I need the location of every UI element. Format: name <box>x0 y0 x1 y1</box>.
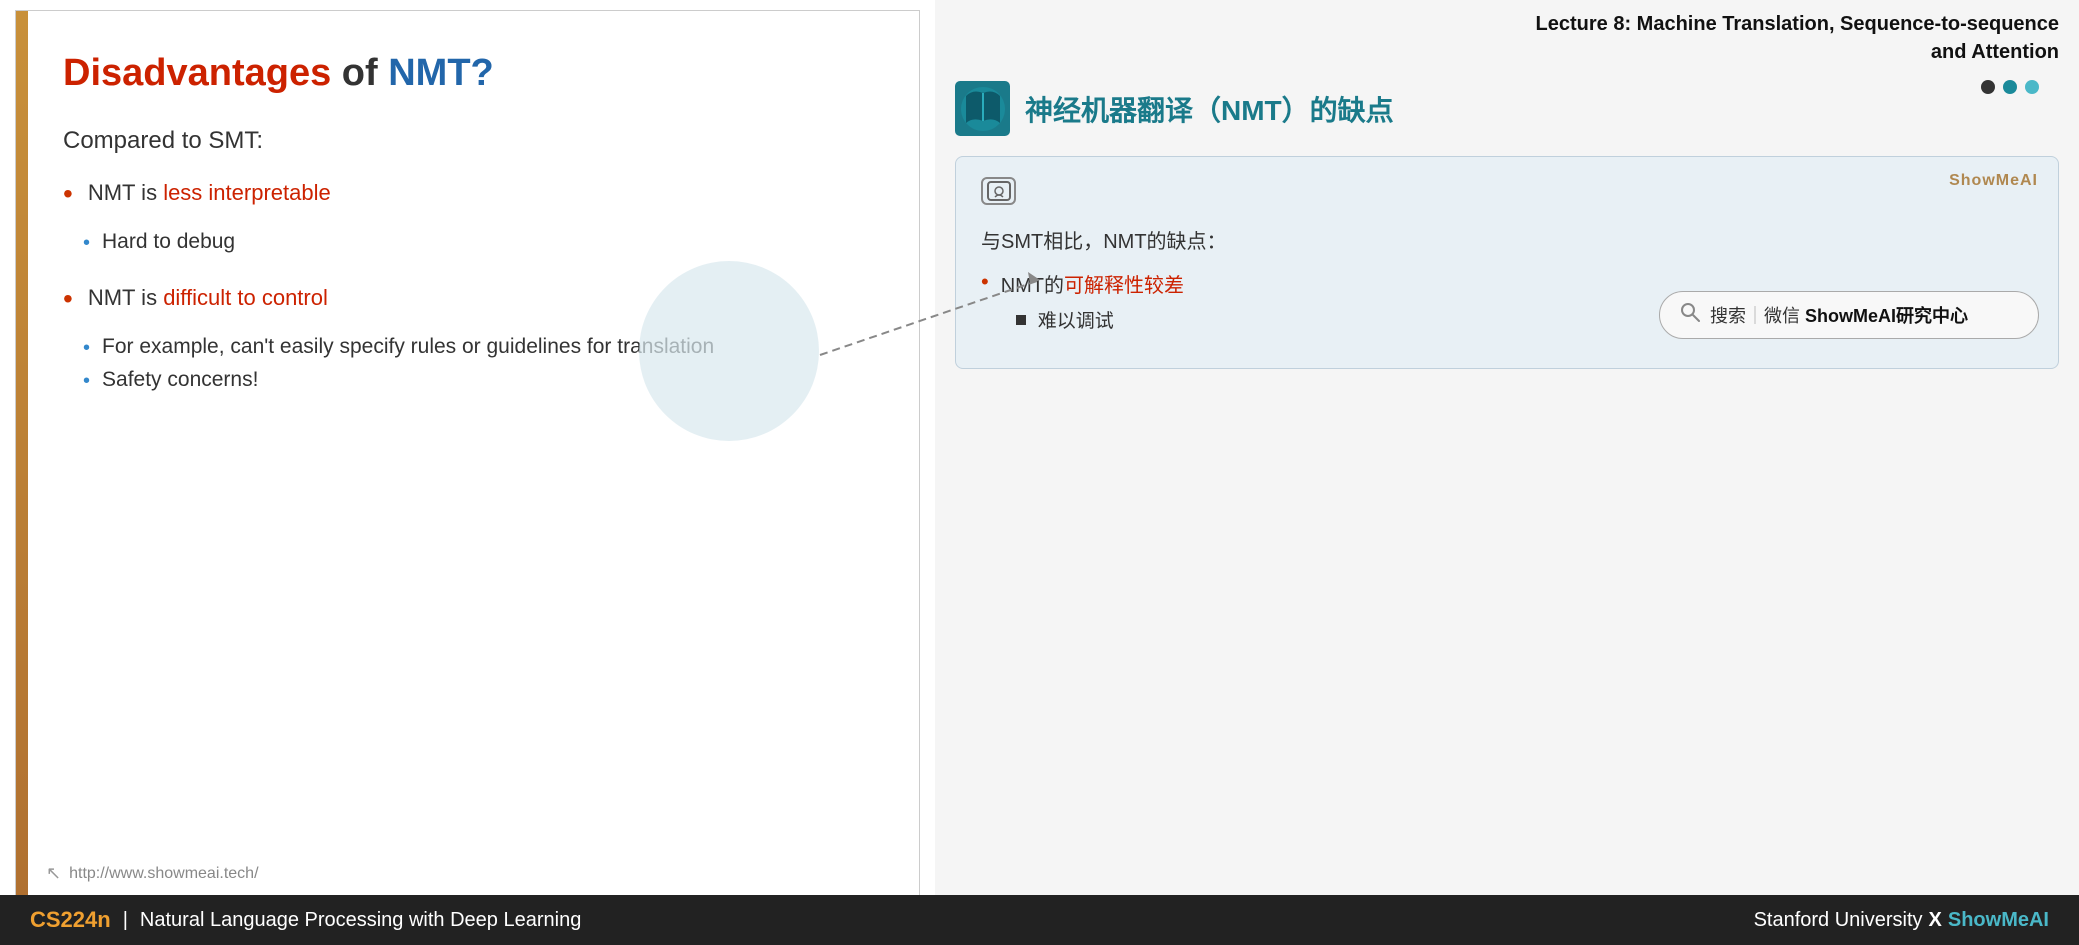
slide-title-disadvantages: Disadvantages <box>63 52 331 94</box>
bottom-separator: | <box>123 909 128 932</box>
sub-bullet-text-2-1: For example, can't easily specify rules … <box>102 335 714 359</box>
right-panel: Lecture 8: Machine Translation, Sequence… <box>935 0 2079 895</box>
ann-sub-square <box>1016 315 1026 325</box>
book-icon <box>955 81 1010 136</box>
bottom-cs-label: CS224n <box>30 907 111 933</box>
ann-red-text: 可解释性较差 <box>1064 275 1184 297</box>
lecture-header: Lecture 8: Machine Translation, Sequence… <box>955 10 2059 66</box>
bullet-item-1: • NMT is less interpretable <box>63 180 869 210</box>
search-icon <box>1680 302 1700 328</box>
bottom-left: CS224n | Natural Language Processing wit… <box>30 907 581 933</box>
search-text: 搜索｜微信 ShowMeAI研究中心 <box>1710 302 1968 328</box>
ann-bullet-dot-1: • <box>981 269 989 295</box>
slide-title: Disadvantages of NMT? <box>63 51 869 97</box>
ann-sub-bullet-list: 难以调试 <box>1016 306 1184 333</box>
dot-teal <box>2003 80 2017 94</box>
cursor-icon: ↖ <box>46 863 61 884</box>
slide-title-nmt: NMT? <box>388 52 494 94</box>
sub-bullet-dot-1-1: • <box>83 232 90 255</box>
bottom-right: Stanford University X ShowMeAI <box>1754 909 2049 932</box>
red-highlight-1: less interpretable <box>163 180 331 205</box>
lecture-dots <box>1981 80 2039 94</box>
sub-bullet-text-2-2: Safety concerns! <box>102 368 258 392</box>
slide-title-of: of <box>342 52 388 94</box>
slide-footer: ↖ http://www.showmeai.tech/ <box>46 863 259 884</box>
ann-sub-bullet-item-1: 难以调试 <box>1016 306 1184 333</box>
bullet-text-1: NMT is less interpretable <box>88 180 869 206</box>
ann-sub-text-1: 难以调试 <box>1038 306 1114 333</box>
sub-bullet-list-1: • Hard to debug <box>63 230 869 255</box>
ai-badge <box>981 177 1016 205</box>
search-separator: ｜ <box>1746 306 1764 326</box>
bottom-description: Natural Language Processing with Deep Le… <box>140 909 581 932</box>
bottom-x: X <box>1929 909 1942 932</box>
bottom-showmeai: ShowMeAI <box>1948 909 2049 932</box>
annotation-main-text: 与SMT相比，NMT的缺点： <box>981 225 2033 254</box>
sub-bullet-dot-2-1: • <box>83 337 90 360</box>
search-box-container: 搜索｜微信 ShowMeAI研究中心 <box>1659 291 2039 339</box>
bullet-dot-2: • <box>63 283 73 315</box>
slide-left-bar <box>16 11 28 904</box>
search-box[interactable]: 搜索｜微信 ShowMeAI研究中心 <box>1659 291 2039 339</box>
slide-subtitle: Compared to SMT: <box>63 127 869 155</box>
footer-url: http://www.showmeai.tech/ <box>69 865 258 883</box>
showmeai-watermark: ShowMeAI <box>1949 172 2038 190</box>
lecture-title-line2: and Attention <box>1931 41 2059 63</box>
bottom-stanford: Stanford University <box>1754 909 1923 932</box>
chinese-title-section: 神经机器翻译（NMT）的缺点 <box>955 81 2059 136</box>
search-bold-text: ShowMeAI研究中心 <box>1805 306 1968 326</box>
bottom-bar: CS224n | Natural Language Processing wit… <box>0 895 2079 945</box>
sub-bullet-dot-2-2: • <box>83 370 90 393</box>
sub-bullet-item-1-1: • Hard to debug <box>83 230 869 255</box>
red-highlight-2: difficult to control <box>163 285 328 310</box>
bullet-group-1: • NMT is less interpretable • Hard to de… <box>63 180 869 255</box>
chinese-title-text: 神经机器翻译（NMT）的缺点 <box>1025 89 1394 129</box>
slide-panel: Disadvantages of NMT? Compared to SMT: •… <box>15 10 920 905</box>
annotation-main-text-content: 与SMT相比，NMT的缺点： <box>981 231 1227 253</box>
lecture-title-line1: Lecture 8: Machine Translation, Sequence… <box>1536 13 2059 35</box>
dot-dark <box>1981 80 1995 94</box>
circle-decoration <box>639 261 819 441</box>
dot-light-teal <box>2025 80 2039 94</box>
sub-bullet-text-1-1: Hard to debug <box>102 230 235 254</box>
bullet-dot-1: • <box>63 178 73 210</box>
ann-bullet-text-1: NMT的可解释性较差 难以调试 <box>1001 269 1184 338</box>
